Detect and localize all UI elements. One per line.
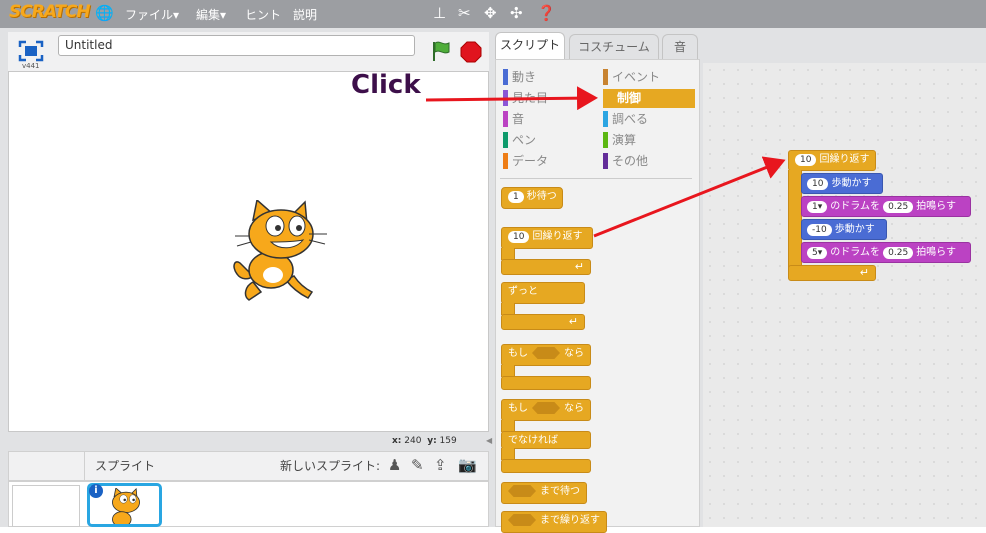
shrink-icon[interactable]: ✣ <box>510 4 523 22</box>
category-control[interactable]: 制御 <box>603 89 695 108</box>
collapse-arrow-icon[interactable]: ◀ <box>486 436 494 448</box>
menu-tips[interactable]: ヒント <box>245 6 281 23</box>
if-else-block-top[interactable]: もし なら <box>501 399 591 421</box>
palette-divider <box>500 178 692 179</box>
category-pen[interactable]: ペン <box>503 132 536 148</box>
category-motion[interactable]: 動き <box>503 69 536 85</box>
category-events[interactable]: イベント <box>603 69 660 85</box>
else-label: でなければ <box>501 431 591 449</box>
script-drum-block-2[interactable]: 5▾ のドラムを 0.25 拍鳴らす <box>801 242 971 263</box>
sprite-label: スプライト <box>95 459 156 473</box>
forever-block-top[interactable]: ずっと <box>501 282 585 304</box>
menu-bar: SCRATCH 🌐 ファイル▾ 編集▾ ヒント 説明 ⊥ ✂ ✥ ✣ ❓ <box>0 0 986 28</box>
category-looks[interactable]: 見た目 <box>503 90 548 106</box>
grow-icon[interactable]: ✥ <box>484 4 497 22</box>
tab-scripts[interactable]: スクリプト <box>495 32 565 60</box>
menu-edit[interactable]: 編集▾ <box>196 6 226 23</box>
wait-seconds-block[interactable]: 1 秒待つ <box>501 187 563 209</box>
category-operators[interactable]: 演算 <box>603 132 636 148</box>
if-else-block-bottom <box>501 459 591 473</box>
scripts-area[interactable] <box>703 63 986 527</box>
script-move-block-2[interactable]: -10 歩動かす <box>801 219 887 240</box>
stage-canvas[interactable] <box>8 71 489 432</box>
if-block-top[interactable]: もし なら <box>501 344 591 366</box>
version-label: v441 <box>22 62 40 70</box>
globe-icon[interactable]: 🌐 <box>95 4 114 22</box>
forever-block-bottom: ↵ <box>501 314 585 330</box>
help-icon[interactable]: ❓ <box>537 4 556 22</box>
click-annotation-label: Click <box>351 70 421 100</box>
paint-brush-icon[interactable]: ✎ <box>411 456 424 474</box>
upload-sprite-icon[interactable]: ⇪ <box>434 456 447 474</box>
tab-sounds[interactable]: 音 <box>662 34 698 59</box>
new-sprite-label: 新しいスプライト: <box>280 459 381 473</box>
category-data[interactable]: データ <box>503 153 548 169</box>
choose-sprite-library-icon[interactable]: ♟ <box>388 456 401 474</box>
repeat-until-block[interactable]: まで繰り返す <box>501 511 607 533</box>
category-sensing[interactable]: 調べる <box>603 111 648 127</box>
menu-file[interactable]: ファイル▾ <box>125 6 179 23</box>
green-flag-icon[interactable] <box>430 40 452 62</box>
script-repeat-bottom: ↵ <box>788 265 876 281</box>
tab-costumes[interactable]: コスチューム <box>569 34 659 59</box>
stop-icon[interactable] <box>460 41 482 63</box>
repeat-block-top[interactable]: 10 回繰り返す <box>501 227 593 249</box>
scratch-logo[interactable]: SCRATCH <box>9 2 91 22</box>
category-more-blocks[interactable]: その他 <box>603 153 648 169</box>
wait-until-block[interactable]: まで待つ <box>501 482 587 504</box>
script-move-block-1[interactable]: 10 歩動かす <box>801 173 883 194</box>
delete-scissors-icon[interactable]: ✂ <box>458 4 471 22</box>
script-repeat-arm <box>788 170 802 268</box>
camera-icon[interactable]: 📷 <box>458 456 477 474</box>
sprite-list <box>8 481 489 527</box>
script-drum-block-1[interactable]: 1▾ のドラムを 0.25 拍鳴らす <box>801 196 971 217</box>
cat-thumbnail-icon <box>112 488 140 524</box>
fullscreen-icon[interactable] <box>18 40 44 62</box>
category-sound[interactable]: 音 <box>503 111 524 127</box>
cat-sprite-icon[interactable] <box>231 200 331 304</box>
stage-thumbnail[interactable] <box>12 485 80 527</box>
menu-about[interactable]: 説明 <box>293 6 317 23</box>
if-block-bottom <box>501 376 591 390</box>
project-title-input[interactable]: Untitled <box>58 35 415 56</box>
sprite-info-icon[interactable]: i <box>89 484 103 498</box>
duplicate-stamp-icon[interactable]: ⊥ <box>433 4 446 22</box>
script-repeat-block[interactable]: 10 回繰り返す <box>788 150 876 171</box>
repeat-block-bottom: ↵ <box>501 259 591 275</box>
mouse-coordinates: x: 240 y: 159 <box>392 436 457 446</box>
